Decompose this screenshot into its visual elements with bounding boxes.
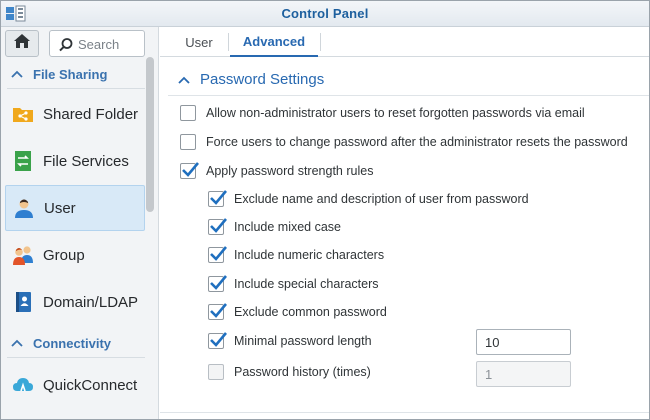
sidebar-item-domain-ldap[interactable]: Domain/LDAP: [5, 279, 145, 325]
rule-label: Include mixed case: [234, 220, 342, 234]
sidebar-item-quickconnect[interactable]: QuickConnect: [5, 362, 145, 408]
rule-exclude-name[interactable]: Exclude name and description of user fro…: [208, 190, 529, 207]
rule-label: Minimal password length: [234, 334, 372, 348]
sidebar: File Sharing Shared Folder File Services: [1, 27, 159, 419]
sidebar-item-shared-folder[interactable]: Shared Folder: [5, 91, 145, 137]
chevron-up-icon: [11, 70, 23, 78]
divider: [168, 95, 649, 96]
checkmark-icon: [210, 303, 227, 318]
checkmark-icon: [210, 218, 227, 233]
user-icon: [15, 199, 33, 218]
checkbox-checked[interactable]: [208, 332, 227, 349]
option-apply-strength[interactable]: Apply password strength rules: [180, 162, 374, 179]
title-bar: Control Panel: [1, 1, 649, 27]
sidebar-item-label: Domain/LDAP: [43, 293, 139, 311]
domain-ldap-icon: [16, 292, 31, 312]
sidebar-item-label: User: [44, 199, 76, 217]
option-label: Allow non-administrator users to reset f…: [206, 106, 585, 120]
rule-password-history[interactable]: Password history (times): [208, 364, 371, 380]
rule-label: Include numeric characters: [234, 248, 385, 262]
chevron-up-icon: [178, 76, 190, 84]
sidebar-item-label: File Services: [43, 152, 129, 170]
divider: [160, 412, 649, 413]
checkbox[interactable]: [208, 364, 224, 380]
chevron-up-icon: [11, 339, 23, 347]
tab-bar: User Advanced: [160, 27, 649, 57]
shared-folder-icon: [13, 108, 33, 122]
rule-mixed-case[interactable]: Include mixed case: [208, 218, 342, 235]
rule-numeric[interactable]: Include numeric characters: [208, 246, 385, 263]
sidebar-item-user[interactable]: User: [5, 185, 145, 231]
password-settings-header[interactable]: Password Settings: [178, 71, 324, 88]
sidebar-item-group[interactable]: Group: [5, 232, 145, 278]
sidebar-item-label: QuickConnect: [43, 376, 138, 394]
section-label: Connectivity: [33, 335, 112, 351]
section-label: File Sharing: [33, 66, 108, 82]
main-panel: User Advanced Password Settings Allow no…: [160, 27, 649, 419]
rule-exclude-common[interactable]: Exclude common password: [208, 303, 387, 320]
checkmark-icon: [210, 190, 227, 205]
option-label: Force users to change password after the…: [206, 135, 628, 149]
rule-label: Exclude name and description of user fro…: [234, 192, 529, 206]
tab-advanced[interactable]: Advanced: [230, 27, 318, 57]
file-services-icon: [15, 151, 31, 171]
control-panel-window: Control Panel File Sharing: [0, 0, 650, 420]
search-input[interactable]: [78, 35, 140, 53]
sidebar-scrollbar[interactable]: [146, 57, 154, 212]
rule-label: Password history (times): [234, 365, 371, 379]
rule-label: Include special characters: [234, 277, 379, 291]
rule-label: Exclude common password: [234, 305, 387, 319]
search-icon: [58, 37, 74, 53]
option-label: Apply password strength rules: [206, 164, 374, 178]
checkbox[interactable]: [180, 105, 196, 121]
checkbox-checked[interactable]: [208, 246, 227, 263]
tab-user[interactable]: User: [174, 27, 224, 57]
checkbox-checked[interactable]: [208, 190, 227, 207]
option-force-change[interactable]: Force users to change password after the…: [180, 134, 628, 150]
section-title: Password Settings: [200, 71, 325, 88]
checkbox-checked[interactable]: [180, 162, 199, 179]
divider: [7, 88, 145, 89]
search-box[interactable]: [49, 30, 145, 57]
rule-min-length[interactable]: Minimal password length: [208, 332, 372, 349]
tab-divider: [320, 33, 321, 51]
rule-special[interactable]: Include special characters: [208, 275, 379, 292]
tab-divider: [228, 33, 229, 51]
checkbox-checked[interactable]: [208, 275, 227, 292]
section-file-sharing[interactable]: File Sharing: [1, 61, 151, 87]
min-length-input[interactable]: [476, 329, 571, 355]
divider: [7, 357, 145, 358]
checkmark-icon: [182, 162, 199, 177]
group-icon: [13, 246, 33, 265]
checkmark-icon: [210, 332, 227, 347]
home-icon: [13, 33, 31, 54]
sidebar-item-label: Shared Folder: [43, 105, 139, 123]
section-connectivity[interactable]: Connectivity: [1, 330, 151, 356]
checkbox[interactable]: [180, 134, 196, 150]
window-title: Control Panel: [281, 6, 369, 21]
checkbox-checked[interactable]: [208, 218, 227, 235]
password-history-input[interactable]: [476, 361, 571, 387]
checkbox-checked[interactable]: [208, 303, 227, 320]
home-button[interactable]: [5, 30, 39, 57]
sidebar-item-file-services[interactable]: File Services: [5, 138, 145, 184]
checkmark-icon: [210, 275, 227, 290]
quickconnect-icon: [13, 378, 33, 392]
checkmark-icon: [210, 246, 227, 261]
sidebar-item-label: Group: [43, 246, 85, 264]
option-allow-reset[interactable]: Allow non-administrator users to reset f…: [180, 105, 585, 121]
